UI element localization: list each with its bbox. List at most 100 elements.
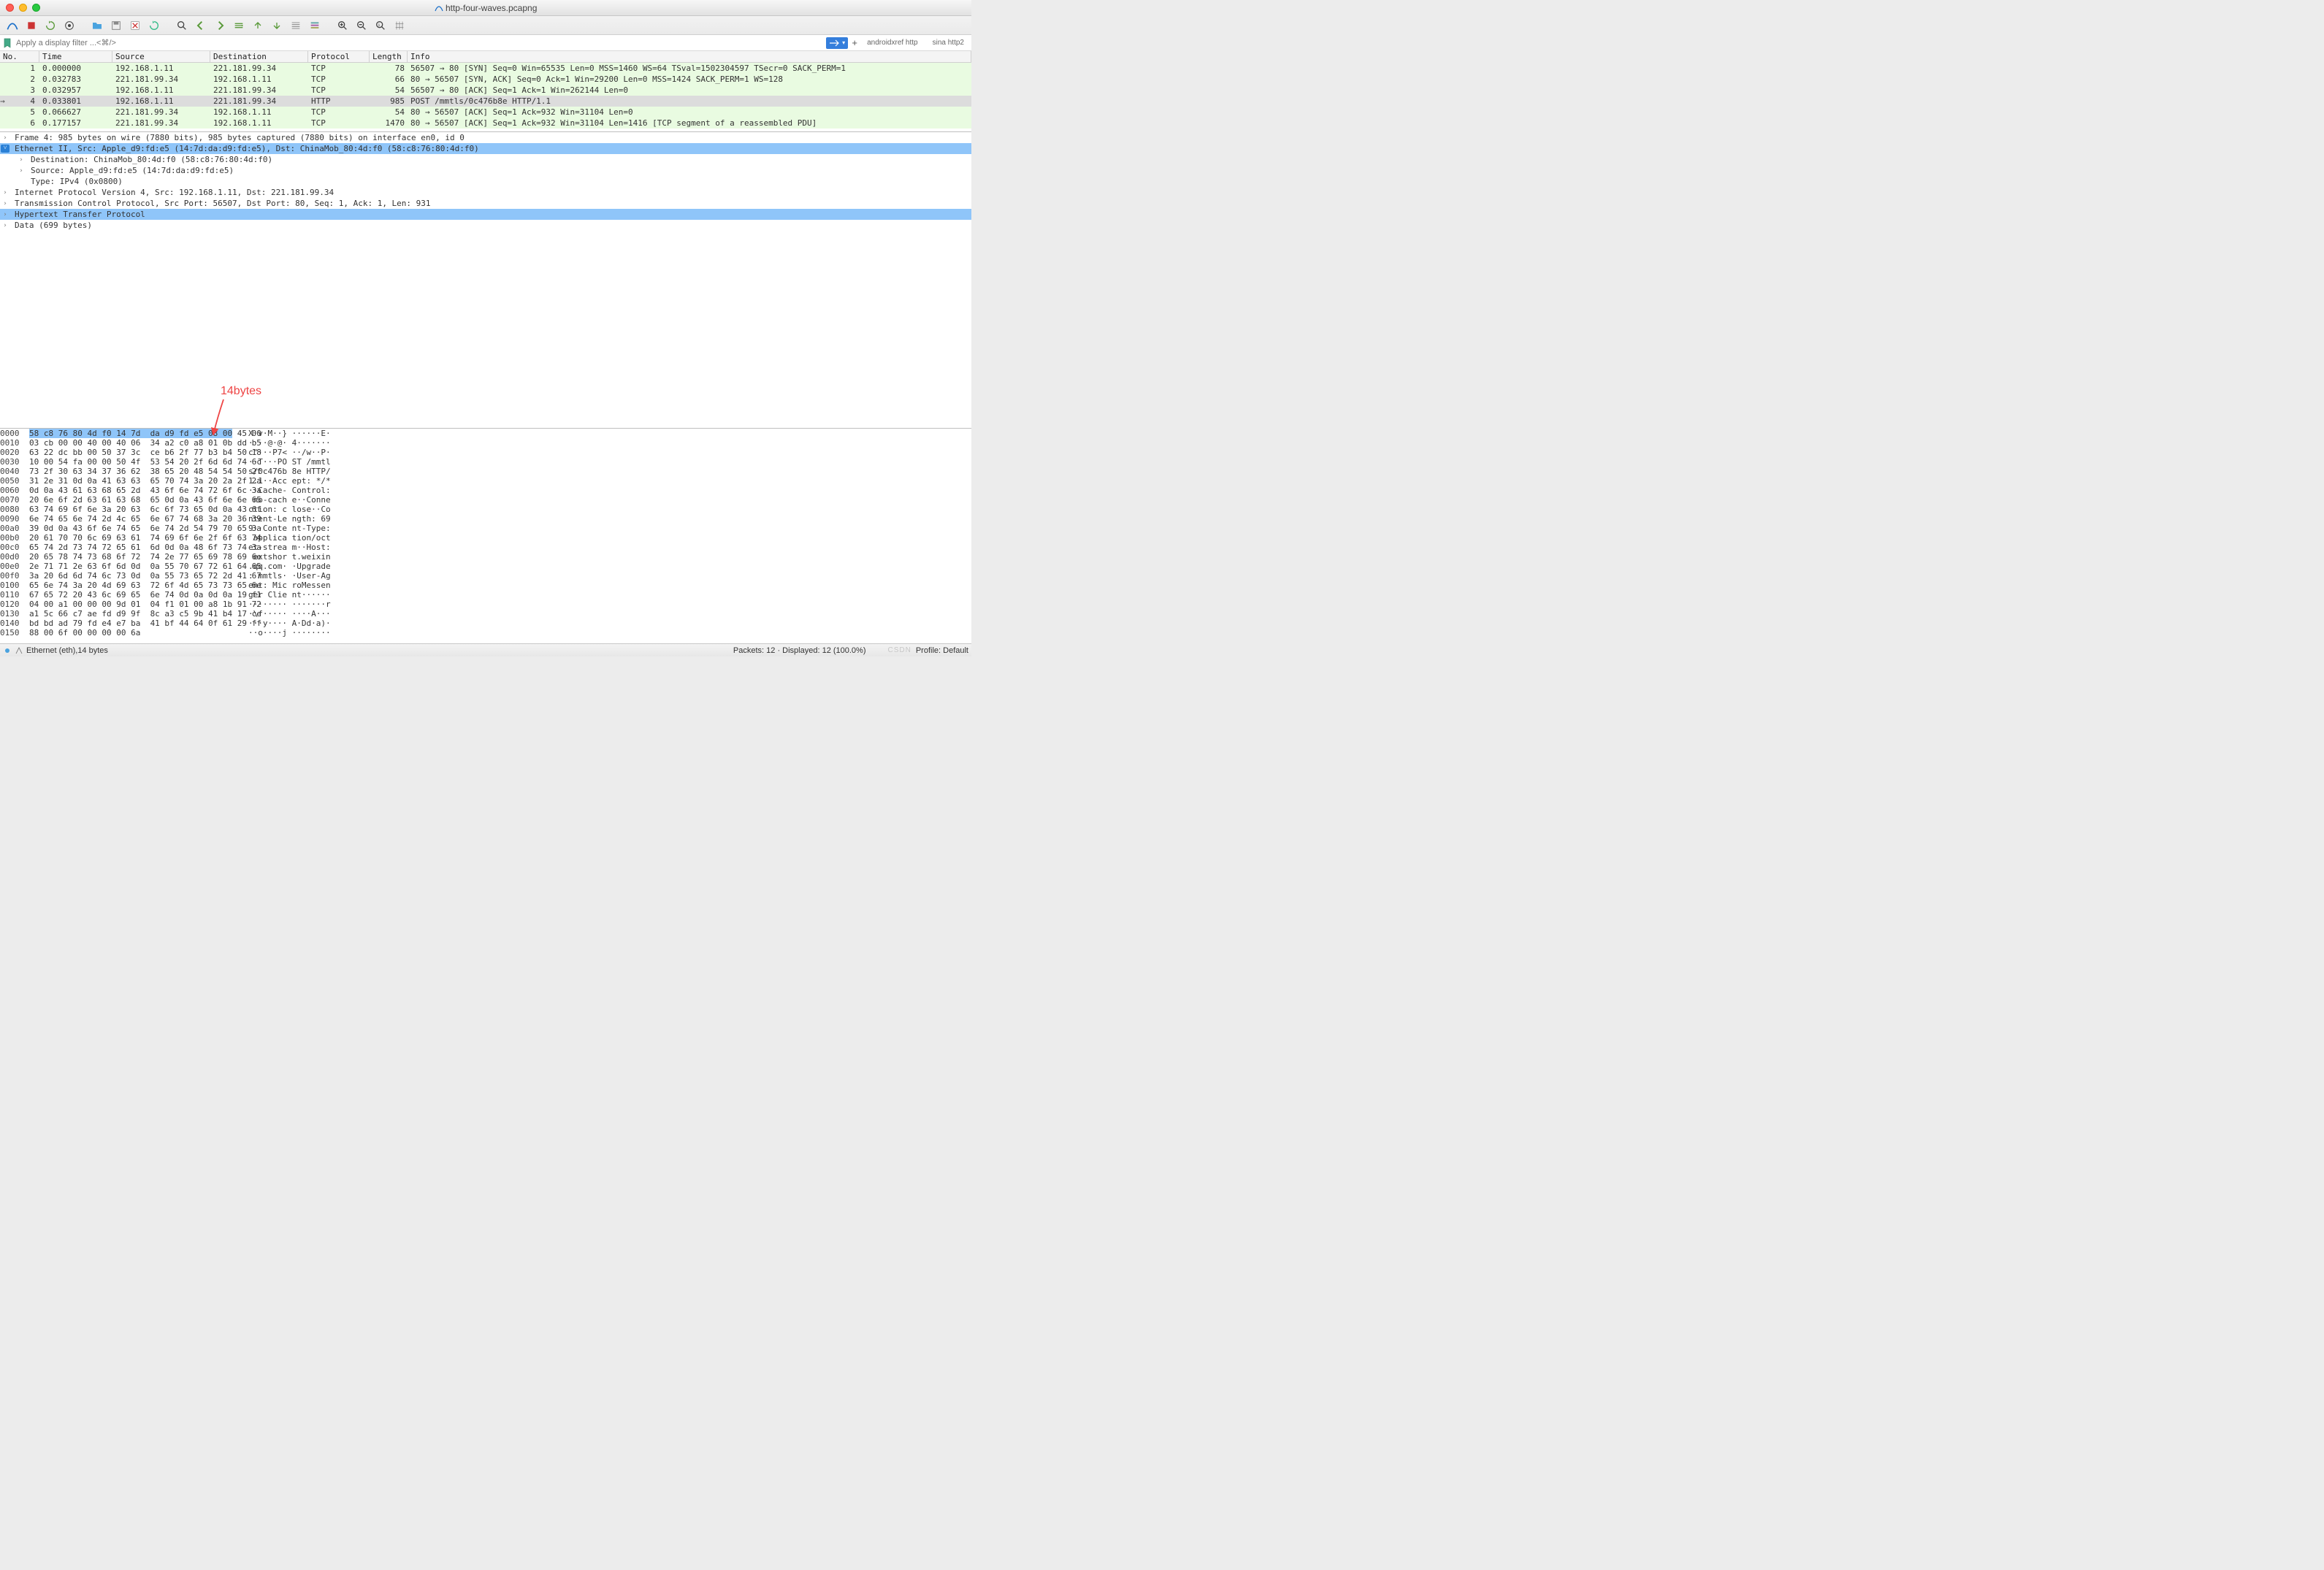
traffic-lights — [6, 4, 40, 12]
col-info[interactable]: Info — [408, 51, 971, 62]
packet-row[interactable]: 60.177157221.181.99.34192.168.1.11TCP147… — [0, 118, 971, 129]
detail-row[interactable]: ›Destination: ChinaMob_80:4d:f0 (58:c8:7… — [0, 154, 971, 165]
apply-filter-button[interactable]: ▾ — [826, 37, 848, 49]
detail-row[interactable]: ›Frame 4: 985 bytes on wire (7880 bits),… — [0, 132, 971, 143]
capture-options-icon[interactable] — [15, 646, 23, 655]
packet-details-pane[interactable]: ›Frame 4: 985 bytes on wire (7880 bits),… — [0, 131, 971, 428]
expand-icon[interactable]: › — [16, 167, 26, 175]
watermark: CSDN — [888, 646, 911, 654]
annotation-label: 14bytes — [221, 385, 261, 398]
expand-icon[interactable]: › — [0, 189, 10, 196]
packet-row[interactable]: →40.033801192.168.1.11221.181.99.34HTTP9… — [0, 96, 971, 107]
hex-line[interactable]: 0040 73 2f 30 63 34 37 36 62 38 65 20 48… — [0, 467, 971, 476]
display-filter-input[interactable] — [15, 36, 826, 50]
zoom-in-button[interactable] — [335, 18, 351, 33]
close-file-button[interactable] — [127, 18, 143, 33]
capture-options-button[interactable] — [61, 18, 77, 33]
hex-line[interactable]: 00b0 20 61 70 70 6c 69 63 61 74 69 6f 6e… — [0, 533, 971, 543]
col-source[interactable]: Source — [112, 51, 210, 62]
filter-shortcut[interactable]: androidxref http — [860, 39, 925, 47]
col-protocol[interactable]: Protocol — [308, 51, 370, 62]
svg-text:1: 1 — [378, 23, 381, 26]
detail-row[interactable]: ›Transmission Control Protocol, Src Port… — [0, 198, 971, 209]
hex-line[interactable]: 00a0 39 0d 0a 43 6f 6e 74 65 6e 74 2d 54… — [0, 524, 971, 533]
expand-icon[interactable]: ˅ — [1, 145, 9, 153]
detail-row[interactable]: ›Hypertext Transfer Protocol — [0, 209, 971, 220]
hex-line[interactable]: 0070 20 6e 6f 2d 63 61 63 68 65 0d 0a 43… — [0, 495, 971, 505]
status-bar: Ethernet (eth),14 bytes Packets: 12 · Di… — [0, 643, 971, 656]
col-length[interactable]: Length — [370, 51, 408, 62]
expand-icon[interactable]: › — [0, 211, 10, 218]
status-dot-icon — [3, 646, 12, 655]
hex-line[interactable]: 0060 0d 0a 43 61 63 68 65 2d 43 6f 6e 74… — [0, 486, 971, 495]
go-to-packet-button[interactable] — [231, 18, 247, 33]
start-capture-button[interactable] — [4, 18, 20, 33]
col-destination[interactable]: Destination — [210, 51, 308, 62]
status-profile[interactable]: Profile: Default — [916, 646, 968, 655]
hex-line[interactable]: 0090 6e 74 65 6e 74 2d 4c 65 6e 67 74 68… — [0, 514, 971, 524]
hex-line[interactable]: 0130 a1 5c 66 c7 ae fd d9 9f 8c a3 c5 9b… — [0, 609, 971, 619]
packet-list[interactable]: 10.000000192.168.1.11221.181.99.34TCP785… — [0, 63, 971, 131]
hex-line[interactable]: 0050 31 2e 31 0d 0a 41 63 63 65 70 74 3a… — [0, 476, 971, 486]
detail-row[interactable]: Type: IPv4 (0x0800) — [0, 176, 971, 187]
display-filter-bar: ▾ + androidxref http sina http2 — [0, 35, 971, 51]
stop-capture-button[interactable] — [23, 18, 39, 33]
bookmark-icon[interactable] — [1, 37, 13, 49]
hex-line[interactable]: 00c0 65 74 2d 73 74 72 65 61 6d 0d 0a 48… — [0, 543, 971, 552]
packet-row[interactable]: 50.066627221.181.99.34192.168.1.11TCP548… — [0, 107, 971, 118]
hex-line[interactable]: 0020 63 22 dc bb 00 50 37 3c ce b6 2f 77… — [0, 448, 971, 457]
packet-row[interactable]: 20.032783221.181.99.34192.168.1.11TCP668… — [0, 74, 971, 85]
hex-line[interactable]: 0080 63 74 69 6f 6e 3a 20 63 6c 6f 73 65… — [0, 505, 971, 514]
save-file-button[interactable] — [108, 18, 124, 33]
maximize-window-icon[interactable] — [32, 4, 40, 12]
colorize-button[interactable] — [307, 18, 323, 33]
hex-line[interactable]: 0030 10 00 54 fa 00 00 50 4f 53 54 20 2f… — [0, 457, 971, 467]
hex-line[interactable]: 0150 88 00 6f 00 00 00 00 6a ··o····j ··… — [0, 628, 971, 637]
detail-row[interactable]: ˅Ethernet II, Src: Apple_d9:fd:e5 (14:7d… — [0, 143, 971, 154]
hex-line[interactable]: 00f0 3a 20 6d 6d 74 6c 73 0d 0a 55 73 65… — [0, 571, 971, 581]
col-no[interactable]: No. — [0, 51, 39, 62]
status-packet-count: Packets: 12 · Displayed: 12 (100.0%) — [733, 646, 866, 655]
annotation-arrow — [209, 398, 229, 437]
expand-icon[interactable]: › — [0, 200, 10, 207]
col-time[interactable]: Time — [39, 51, 112, 62]
hex-line[interactable]: 00d0 20 65 78 74 73 68 6f 72 74 2e 77 65… — [0, 552, 971, 562]
go-back-button[interactable] — [193, 18, 209, 33]
zoom-reset-button[interactable]: 1 — [372, 18, 389, 33]
add-filter-button[interactable]: + — [849, 37, 860, 48]
reload-button[interactable] — [146, 18, 162, 33]
wireshark-fin-icon — [435, 4, 443, 12]
zoom-out-button[interactable] — [353, 18, 370, 33]
detail-row[interactable]: ›Source: Apple_d9:fd:e5 (14:7d:da:d9:fd:… — [0, 165, 971, 176]
packet-bytes-pane[interactable]: 0000 58 c8 76 80 4d f0 14 7d da d9 fd e5… — [0, 428, 971, 644]
go-first-button[interactable] — [250, 18, 266, 33]
restart-capture-button[interactable] — [42, 18, 58, 33]
hex-line[interactable]: 0100 65 6e 74 3a 20 4d 69 63 72 6f 4d 65… — [0, 581, 971, 590]
packet-row[interactable]: 30.032957192.168.1.11221.181.99.34TCP545… — [0, 85, 971, 96]
hex-line[interactable]: 0000 58 c8 76 80 4d f0 14 7d da d9 fd e5… — [0, 429, 971, 438]
auto-scroll-button[interactable] — [288, 18, 304, 33]
hex-line[interactable]: 0140 bd bd ad 79 fd e4 e7 ba 41 bf 44 64… — [0, 619, 971, 628]
filter-shortcut[interactable]: sina http2 — [925, 39, 971, 47]
expand-icon[interactable]: › — [0, 134, 10, 142]
main-toolbar: 1 — [0, 16, 971, 35]
go-forward-button[interactable] — [212, 18, 228, 33]
close-window-icon[interactable] — [6, 4, 14, 12]
window-title: http-four-waves.pcapng — [0, 3, 971, 13]
minimize-window-icon[interactable] — [19, 4, 27, 12]
hex-line[interactable]: 0120 04 00 a1 00 00 00 9d 01 04 f1 01 00… — [0, 600, 971, 609]
detail-row[interactable]: ›Internet Protocol Version 4, Src: 192.1… — [0, 187, 971, 198]
hex-line[interactable]: 0110 67 65 72 20 43 6c 69 65 6e 74 0d 0a… — [0, 590, 971, 600]
open-file-button[interactable] — [89, 18, 105, 33]
hex-line[interactable]: 00e0 2e 71 71 2e 63 6f 6d 0d 0a 55 70 67… — [0, 562, 971, 571]
status-field-name: Ethernet (eth),14 bytes — [26, 646, 108, 655]
go-last-button[interactable] — [269, 18, 285, 33]
expand-icon[interactable]: › — [0, 222, 10, 229]
hex-line[interactable]: 0010 03 cb 00 00 40 00 40 06 34 a2 c0 a8… — [0, 438, 971, 448]
packet-list-header[interactable]: No. Time Source Destination Protocol Len… — [0, 51, 971, 63]
resize-columns-button[interactable] — [391, 18, 408, 33]
detail-row[interactable]: ›Data (699 bytes) — [0, 220, 971, 231]
expand-icon[interactable]: › — [16, 156, 26, 164]
find-packet-button[interactable] — [174, 18, 190, 33]
packet-row[interactable]: 10.000000192.168.1.11221.181.99.34TCP785… — [0, 63, 971, 74]
